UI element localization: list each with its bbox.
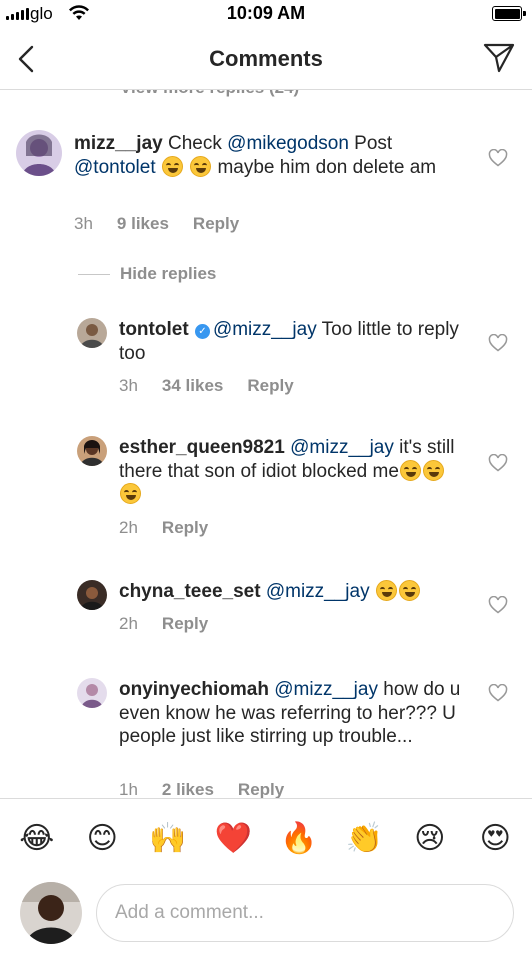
comment-text: mizz__jay Check @mikegodson Post @tontol… [74,132,454,179]
view-more-replies-link[interactable]: View more replies (24) [120,90,299,98]
comment-time: 3h [119,376,138,395]
comment-username[interactable]: onyinyechiomah [119,679,269,700]
heart-outline-icon[interactable] [488,684,508,702]
reply-item: esther_queen9821 @mizz__jay it's still t… [0,432,532,542]
quick-reactions-bar: 😂 😊 🙌 ❤️ 🔥 👏 😢 😍 [0,798,532,878]
comment-time: 3h [74,214,93,233]
comment-body: maybe him don delete am [212,156,437,178]
comment-meta: 2h Reply [119,518,208,538]
battery-icon [492,6,526,21]
tears-of-joy-emoji-icon [161,155,183,177]
fire-reaction-icon[interactable]: 🔥 [280,821,317,857]
comment-body: Check [168,133,228,154]
heart-outline-icon[interactable] [488,454,508,472]
comment-username[interactable]: tontolet [119,319,189,340]
reply-button[interactable]: Reply [238,780,284,798]
comment-meta: 2h Reply [119,614,208,634]
clapping-hands-reaction-icon[interactable]: 👏 [346,821,383,857]
avatar[interactable] [16,130,62,176]
comment-time: 2h [119,614,138,633]
avatar[interactable] [77,318,107,348]
comment-input[interactable] [96,884,514,942]
page-title: Comments [209,46,323,71]
comment-text: onyinyechiomah @mizz__jay how do u even … [119,678,464,749]
mention-link[interactable]: @mizz__jay [274,679,378,700]
heart-outline-icon[interactable] [488,334,508,352]
rolling-laughing-emoji-icon [120,483,141,504]
rolling-laughing-emoji-icon [399,459,421,481]
comment-time: 2h [119,518,138,537]
reply-item: tontolet ✓ @mizz__jay Too little to reply… [0,314,532,404]
comment-meta: 3h 9 likes Reply [74,214,239,234]
mention-link[interactable]: @mizz__jay [266,581,370,602]
comment-time: 1h [119,780,138,798]
comment-text: esther_queen9821 @mizz__jay it's still t… [119,436,464,507]
mention-link[interactable]: @mikegodson [227,133,349,154]
paper-plane-icon[interactable] [482,42,516,74]
nav-bar: Comments [0,28,532,90]
comment-username[interactable]: esther_queen9821 [119,437,285,458]
comments-feed[interactable]: View more replies (24) mizz__jay Check @… [0,90,532,798]
heart-eyes-reaction-icon[interactable]: 😍 [477,821,513,857]
tears-of-joy-emoji-icon [375,580,397,601]
raised-hands-reaction-icon[interactable]: 🙌 [149,821,186,857]
crying-face-reaction-icon[interactable]: 😢 [412,821,448,857]
heart-outline-icon[interactable] [488,596,508,614]
reply-item: chyna_teee_set @mizz__jay 2h Reply [0,576,532,646]
reply-item: onyinyechiomah @mizz__jay how do u even … [0,674,532,798]
comment-username[interactable]: chyna_teee_set [119,581,261,602]
hide-replies-toggle[interactable]: Hide replies [78,264,216,284]
hide-replies-label[interactable]: Hide replies [120,264,216,284]
status-time: 10:09 AM [226,3,306,23]
comment-username[interactable]: mizz__jay [74,133,163,154]
tears-of-joy-emoji-icon [398,580,420,601]
comment-text: chyna_teee_set @mizz__jay [119,580,464,604]
avatar[interactable] [77,678,107,708]
mention-link[interactable]: @tontolet [74,157,156,178]
mention-link[interactable]: @mizz__jay [213,319,317,340]
smiling-face-reaction-icon[interactable]: 😊 [84,821,120,857]
comment-body: Post [348,133,393,154]
comment-text: tontolet ✓ @mizz__jay Too little to reply… [119,318,464,365]
reply-button[interactable]: Reply [193,214,239,234]
comment-likes[interactable]: 9 likes [117,214,169,234]
divider-line [78,273,110,275]
tears-of-joy-reaction-icon[interactable]: 😂 [19,821,55,857]
comment-meta: 1h 2 likes Reply [119,780,284,798]
comment-likes[interactable]: 2 likes [162,780,214,798]
comment-composer [0,878,532,954]
comment-likes[interactable]: 34 likes [162,376,223,396]
avatar[interactable] [77,436,107,466]
rolling-laughing-emoji-icon [422,459,444,481]
red-heart-reaction-icon[interactable]: ❤️ [215,821,252,857]
tears-of-joy-emoji-icon [190,155,212,177]
heart-outline-icon[interactable] [488,149,508,167]
status-bar: glo 10:09 AM [0,0,532,28]
reply-button[interactable]: Reply [162,614,208,634]
comment-item: mizz__jay Check @mikegodson Post @tontol… [0,128,532,248]
verified-badge-icon: ✓ [194,324,210,339]
reply-button[interactable]: Reply [162,518,208,538]
reply-button[interactable]: Reply [247,376,293,396]
mention-link[interactable]: @mizz__jay [290,437,394,458]
comment-meta: 3h 34 likes Reply [119,376,294,396]
current-user-avatar [20,882,82,944]
avatar[interactable] [77,580,107,610]
